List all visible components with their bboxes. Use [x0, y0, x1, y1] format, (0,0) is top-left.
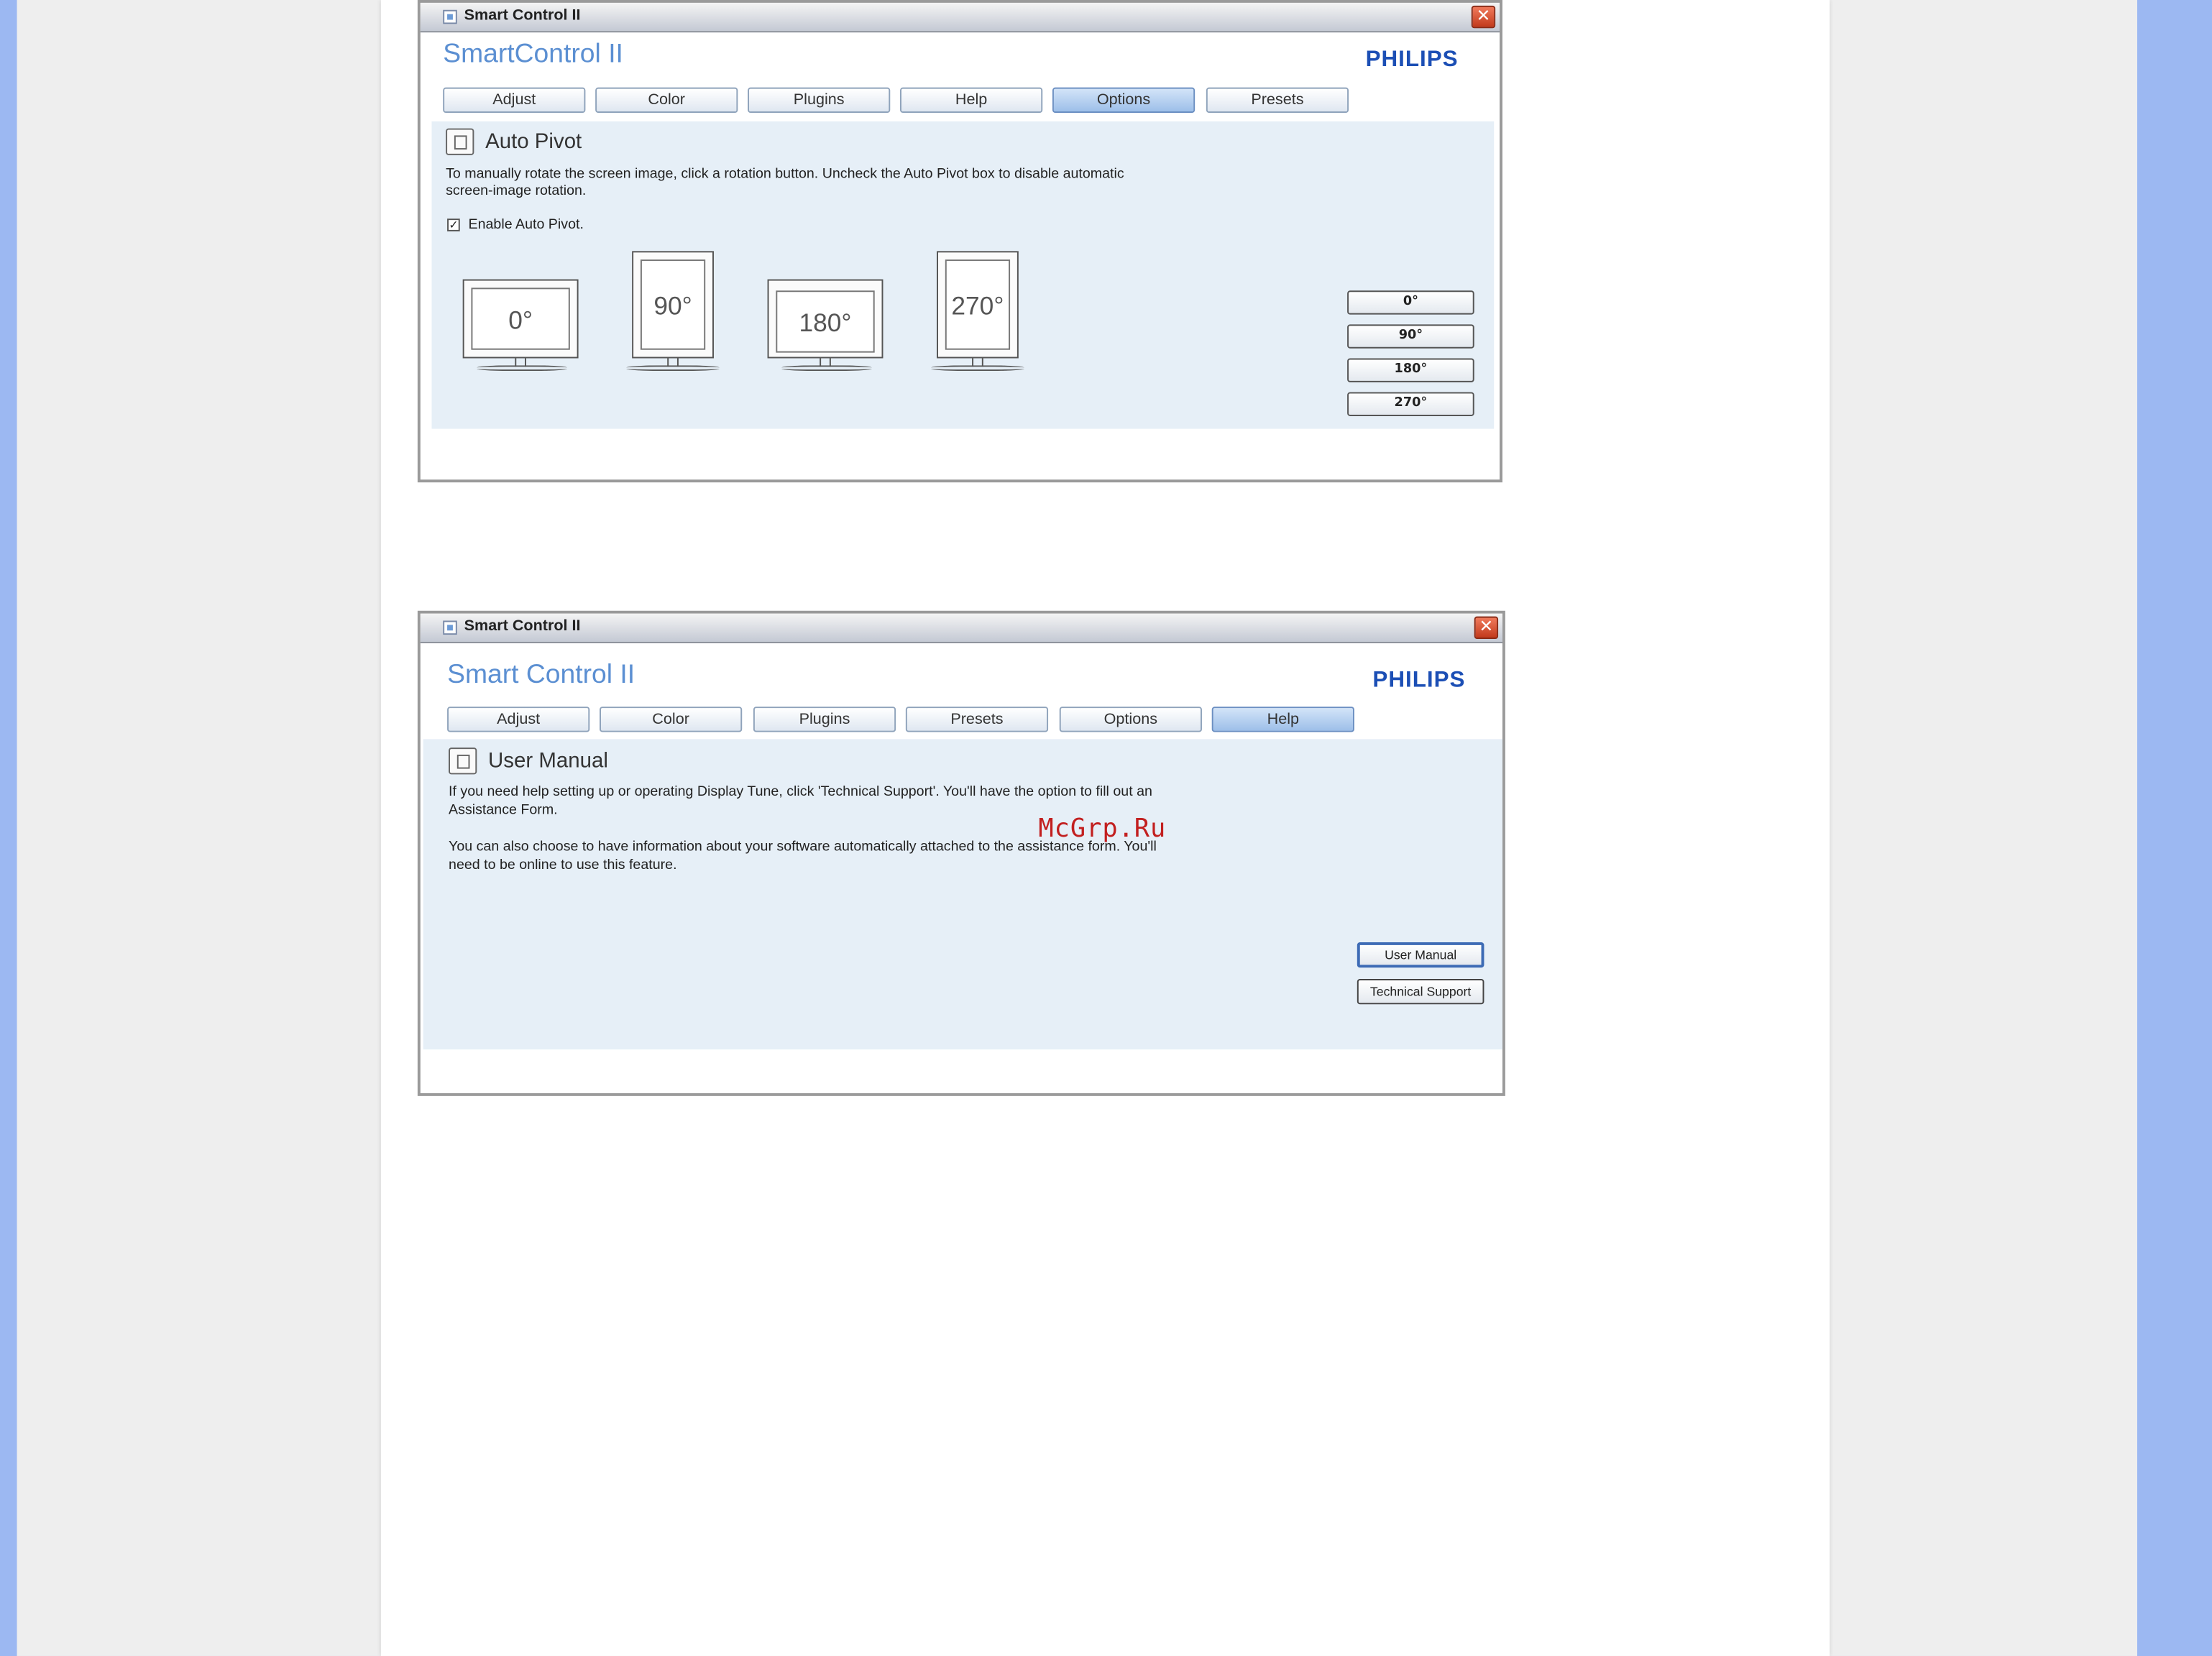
monitor-label: 0° — [508, 305, 533, 335]
rotate-270-button[interactable]: 270° — [1347, 392, 1474, 416]
help-text-line-4: need to be online to use this feature. — [449, 857, 677, 873]
pivot-icon — [446, 128, 474, 155]
left-margin — [0, 0, 17, 1656]
tab-help[interactable]: Help — [1211, 707, 1354, 732]
monitor-frame: 0° — [462, 279, 579, 359]
document-viewer: Smart Control II ✕ SmartControl II PHILI… — [0, 0, 2212, 1656]
description-line-2: screen-image rotation. — [446, 183, 587, 199]
smartcontrol-window-user-manual: Smart Control II ✕ Smart Control II PHIL… — [417, 610, 1505, 1096]
app-title: Smart Control II — [447, 660, 635, 690]
app-icon — [443, 9, 457, 24]
help-text-line-2: Assistance Form. — [449, 802, 558, 819]
manual-icon — [449, 748, 477, 775]
tab-plugins[interactable]: Plugins — [753, 707, 896, 732]
app-title: SmartControl II — [443, 39, 623, 70]
help-text-line-1: If you need help setting up or operating… — [449, 784, 1152, 800]
enable-auto-pivot-label: Enable Auto Pivot. — [468, 217, 584, 233]
monitor-base — [931, 365, 1024, 372]
tab-help[interactable]: Help — [900, 87, 1043, 113]
monitor-screen: 270° — [945, 259, 1011, 350]
watermark: McGrp.Ru — [1038, 814, 1167, 844]
technical-support-button[interactable]: Technical Support — [1357, 978, 1484, 1005]
monitor-label: 90° — [653, 292, 692, 321]
title-bar[interactable]: Smart Control II ✕ — [420, 2, 1500, 33]
section-title: User Manual — [487, 749, 608, 773]
monitor-frame: 270° — [937, 251, 1019, 359]
tab-presets[interactable]: Presets — [1206, 87, 1349, 113]
user-manual-button[interactable]: User Manual — [1357, 942, 1484, 968]
monitor-frame: 180° — [767, 279, 884, 359]
rotate-0-button[interactable]: 0° — [1347, 290, 1474, 315]
tab-options[interactable]: Options — [1059, 707, 1202, 732]
monitor-90-degree[interactable]: 90° — [626, 251, 725, 378]
monitor-base — [477, 365, 567, 372]
monitor-screen: 180° — [776, 290, 875, 353]
monitor-base — [626, 365, 720, 372]
monitor-0-degree[interactable]: 0° — [462, 279, 582, 375]
window-title: Smart Control II — [464, 617, 581, 635]
rotate-90-button[interactable]: 90° — [1347, 324, 1474, 349]
monitor-screen: 0° — [471, 288, 570, 350]
rotate-180-button[interactable]: 180° — [1347, 358, 1474, 382]
monitor-label: 180° — [799, 308, 852, 338]
right-scrollbar-area[interactable] — [2137, 0, 2212, 1656]
window-title: Smart Control II — [464, 6, 581, 24]
monitor-screen: 90° — [640, 259, 706, 350]
tab-adjust[interactable]: Adjust — [443, 87, 586, 113]
close-icon[interactable]: ✕ — [1471, 5, 1496, 29]
philips-logo: PHILIPS — [1372, 668, 1466, 693]
tab-adjust[interactable]: Adjust — [447, 707, 590, 732]
monitor-label: 270° — [951, 292, 1004, 321]
title-bar[interactable]: Smart Control II ✕ — [420, 613, 1502, 643]
monitor-270-degree[interactable]: 270° — [931, 251, 1029, 378]
content-panel: Auto Pivot To manually rotate the screen… — [431, 121, 1495, 429]
monitor-180-degree[interactable]: 180° — [767, 279, 886, 375]
philips-logo: PHILIPS — [1365, 47, 1459, 73]
description-line-1: To manually rotate the screen image, cli… — [446, 166, 1124, 183]
content-panel: User Manual If you need help setting up … — [423, 739, 1502, 1050]
monitor-frame: 90° — [632, 251, 714, 359]
app-icon — [443, 620, 457, 635]
tab-color[interactable]: Color — [600, 707, 743, 732]
close-icon[interactable]: ✕ — [1474, 616, 1499, 640]
tab-plugins[interactable]: Plugins — [748, 87, 891, 113]
tab-color[interactable]: Color — [595, 87, 738, 113]
tab-options[interactable]: Options — [1052, 87, 1196, 113]
section-title: Auto Pivot — [485, 129, 582, 154]
enable-auto-pivot-checkbox[interactable]: ✓ — [447, 218, 460, 231]
monitor-base — [781, 365, 872, 372]
tab-presets[interactable]: Presets — [905, 707, 1049, 732]
smartcontrol-window-auto-pivot: Smart Control II ✕ SmartControl II PHILI… — [417, 0, 1502, 483]
